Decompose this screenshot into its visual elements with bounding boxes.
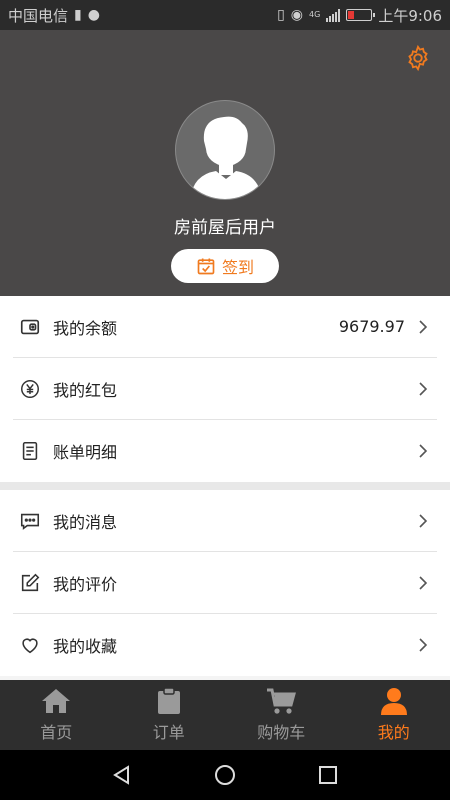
calendar-check-icon bbox=[197, 258, 215, 275]
recents-button[interactable] bbox=[315, 762, 341, 788]
battery-icon bbox=[346, 9, 376, 21]
home-icon bbox=[42, 689, 71, 713]
chevron-right-icon bbox=[419, 319, 428, 334]
cart-icon bbox=[267, 688, 297, 714]
bottom-tab-bar: 首页 订单 购物车 我的 bbox=[0, 680, 450, 750]
menu-item-messages[interactable]: 我的消息 bbox=[13, 490, 437, 552]
menu-item-red-packet[interactable]: 我的红包 bbox=[13, 358, 437, 420]
clipboard-icon bbox=[157, 687, 180, 714]
balance-value: 9679.97 bbox=[338, 317, 405, 336]
tab-label: 订单 bbox=[152, 723, 185, 742]
chevron-right-icon bbox=[419, 381, 428, 396]
tab-cart[interactable]: 购物车 bbox=[225, 680, 338, 750]
tab-mine[interactable]: 我的 bbox=[338, 680, 450, 750]
back-icon bbox=[112, 765, 129, 785]
network-type-label: 4G bbox=[309, 10, 321, 19]
settings-button[interactable] bbox=[404, 44, 432, 72]
tab-label: 购物车 bbox=[257, 723, 306, 742]
clock: 上午9:06 bbox=[378, 6, 442, 25]
menu-item-label: 我的评价 bbox=[53, 574, 118, 594]
tab-label: 我的 bbox=[377, 723, 410, 742]
back-button[interactable] bbox=[109, 762, 135, 788]
status-bar: 中国电信 ▮ ● ▯ ◉ 4G 上午9:06 bbox=[0, 0, 450, 30]
menu-item-balance[interactable]: 我的余额 9679.97 bbox=[13, 296, 437, 358]
vibrate-icon: ▯ bbox=[277, 7, 285, 23]
menu-group-account: 我的余额 9679.97 我的红包 账单明细 bbox=[0, 296, 450, 482]
chevron-right-icon bbox=[419, 638, 428, 652]
yuan-coin-icon bbox=[21, 379, 39, 398]
username: 房前屋后用户 bbox=[174, 218, 276, 238]
profile-header: 房前屋后用户 签到 bbox=[0, 30, 450, 296]
chat-notification-icon: ● bbox=[87, 7, 100, 23]
chevron-right-icon bbox=[419, 444, 428, 458]
avatar[interactable] bbox=[175, 100, 275, 200]
recents-icon bbox=[319, 766, 338, 784]
system-navigation-bar bbox=[0, 750, 450, 800]
person-icon bbox=[380, 688, 407, 715]
home-button[interactable] bbox=[212, 762, 238, 788]
menu-group-activity: 我的消息 我的评价 我的收藏 bbox=[0, 490, 450, 676]
heart-icon bbox=[22, 638, 38, 654]
menu-item-favorites[interactable]: 我的收藏 bbox=[13, 614, 437, 676]
menu-item-label: 账单明细 bbox=[53, 443, 118, 462]
gear-icon bbox=[408, 44, 428, 72]
sim-icon: ▮ bbox=[74, 7, 82, 23]
menu-item-label: 我的余额 bbox=[53, 318, 118, 338]
document-icon bbox=[22, 441, 38, 461]
menu-item-label: 我的消息 bbox=[53, 512, 118, 532]
menu-item-label: 我的收藏 bbox=[53, 637, 118, 656]
tab-orders[interactable]: 订单 bbox=[113, 680, 226, 750]
menu-list: 我的余额 9679.97 我的红包 账单明细 我的消息 我的评价 我的收藏 bbox=[0, 296, 450, 680]
checkin-label: 签到 bbox=[221, 258, 254, 277]
message-icon bbox=[20, 513, 40, 530]
eye-icon: ◉ bbox=[290, 7, 304, 23]
chevron-right-icon bbox=[419, 513, 428, 528]
menu-item-bill-details[interactable]: 账单明细 bbox=[13, 420, 437, 482]
carrier-label: 中国电信 bbox=[8, 6, 69, 25]
chevron-right-icon bbox=[419, 575, 428, 590]
tab-home[interactable]: 首页 bbox=[0, 680, 113, 750]
menu-item-reviews[interactable]: 我的评价 bbox=[13, 552, 437, 614]
default-avatar-icon bbox=[190, 116, 262, 199]
edit-icon bbox=[21, 573, 40, 591]
checkin-button[interactable]: 签到 bbox=[171, 249, 279, 283]
section-divider bbox=[0, 482, 450, 490]
signal-icon bbox=[326, 8, 341, 22]
wallet-icon bbox=[20, 319, 40, 334]
menu-item-label: 我的红包 bbox=[53, 380, 118, 400]
tab-label: 首页 bbox=[40, 723, 73, 742]
home-circle-icon bbox=[214, 765, 235, 785]
